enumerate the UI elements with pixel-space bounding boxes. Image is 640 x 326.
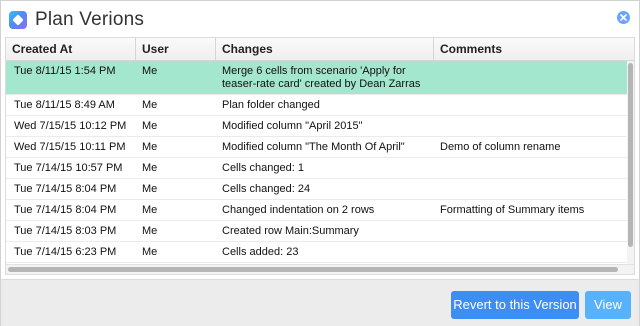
column-header-changes[interactable]: Changes [216, 38, 434, 60]
cell-user: Me [142, 162, 158, 174]
table-row[interactable]: Tue 7/14/15 8:03 PM Me Created row Main:Su… [6, 221, 628, 242]
cell-user: Me [142, 204, 158, 216]
column-header-user[interactable]: User [136, 38, 216, 60]
revert-to-version-button[interactable]: Revert to this Version [451, 291, 579, 319]
versions-table: Created At User Changes Comments Tue 8/1… [5, 37, 635, 275]
cell-user: Me [142, 225, 158, 237]
cell-changes: Modified column "The Month Of April" [222, 141, 405, 153]
horizontal-scrollbar[interactable] [6, 264, 634, 274]
cell-created-at: Tue 7/14/15 6:23 PM [14, 246, 117, 258]
cell-changes: Modified column "April 2015" [222, 120, 363, 132]
table-body: Tue 8/11/15 1:54 PM Me Merge 6 cells from … [6, 61, 628, 274]
cell-user: Me [142, 183, 158, 195]
table-row[interactable]: Tue 8/11/15 8:49 AM Me Plan folder changed [6, 95, 628, 116]
table-row[interactable]: Tue 8/11/15 1:54 PM Me Merge 6 cells from … [6, 61, 628, 95]
dialog-title: Plan Verions [35, 9, 145, 30]
cell-created-at: Wed 7/15/15 10:12 PM [14, 120, 127, 132]
cell-created-at: Tue 7/14/15 8:04 PM [14, 183, 117, 195]
cell-user: Me [142, 99, 158, 111]
view-button[interactable]: View [585, 291, 631, 319]
cell-comments [440, 242, 628, 246]
cell-changes: Created row Main:Summary [222, 225, 359, 237]
table-row[interactable]: Tue 7/14/15 8:04 PM Me Cells changed: 24 [6, 179, 628, 200]
cell-user: Me [142, 246, 158, 258]
cell-created-at: Wed 7/15/15 10:11 PM [14, 141, 126, 153]
cell-created-at: Tue 8/11/15 1:54 PM [14, 65, 116, 77]
plan-versions-dialog: Plan Verions Created At User Changes Com… [0, 0, 640, 326]
cell-user: Me [142, 65, 158, 77]
cell-changes: Cells changed: 1 [222, 162, 304, 174]
cell-comments [440, 221, 628, 225]
app-logo-icon [9, 11, 27, 29]
title-bar: Plan Verions [1, 1, 639, 37]
table-header: Created At User Changes Comments [6, 38, 634, 61]
vertical-scrollbar[interactable] [627, 61, 634, 265]
cell-created-at: Tue 8/11/15 8:49 AM [14, 99, 115, 111]
vertical-scroll-thumb[interactable] [628, 63, 633, 247]
horizontal-scroll-thumb[interactable] [8, 267, 618, 272]
cell-created-at: Tue 7/14/15 8:04 PM [14, 204, 117, 216]
cell-comments: Formatting of Summary items [440, 204, 585, 216]
cell-changes: Changed indentation on 2 rows [222, 204, 375, 216]
cell-comments [440, 116, 628, 120]
table-row[interactable]: Wed 7/15/15 10:12 PM Me Modified column "A… [6, 116, 628, 137]
close-button[interactable] [617, 11, 630, 24]
cell-changes: Cells changed: 24 [222, 183, 311, 195]
table-row[interactable]: Tue 7/14/15 10:57 PM Me Cells changed: 1 [6, 158, 628, 179]
cell-changes: Plan folder changed [222, 99, 320, 111]
cell-changes: Merge 6 cells from scenario 'Apply for t… [222, 65, 421, 90]
table-row[interactable]: Wed 7/15/15 10:11 PM Me Modified column "T… [6, 137, 628, 158]
table-row[interactable]: Tue 7/14/15 8:04 PM Me Changed indentation… [6, 200, 628, 221]
close-icon [620, 14, 627, 21]
cell-comments [440, 61, 628, 65]
cell-comments [440, 179, 628, 183]
cell-user: Me [142, 141, 158, 153]
cell-comments [440, 95, 628, 99]
cell-comments: Demo of column rename [440, 141, 561, 153]
column-header-created-at[interactable]: Created At [6, 38, 136, 60]
cell-created-at: Tue 7/14/15 8:03 PM [14, 225, 117, 237]
column-header-comments[interactable]: Comments [434, 38, 634, 60]
dialog-footer: Revert to this Version View [1, 279, 639, 326]
cell-comments [440, 158, 628, 162]
table-row[interactable]: Tue 7/14/15 6:23 PM Me Cells added: 23 [6, 242, 628, 263]
cell-changes: Cells added: 23 [222, 246, 299, 258]
cell-created-at: Tue 7/14/15 10:57 PM [14, 162, 123, 174]
cell-user: Me [142, 120, 158, 132]
